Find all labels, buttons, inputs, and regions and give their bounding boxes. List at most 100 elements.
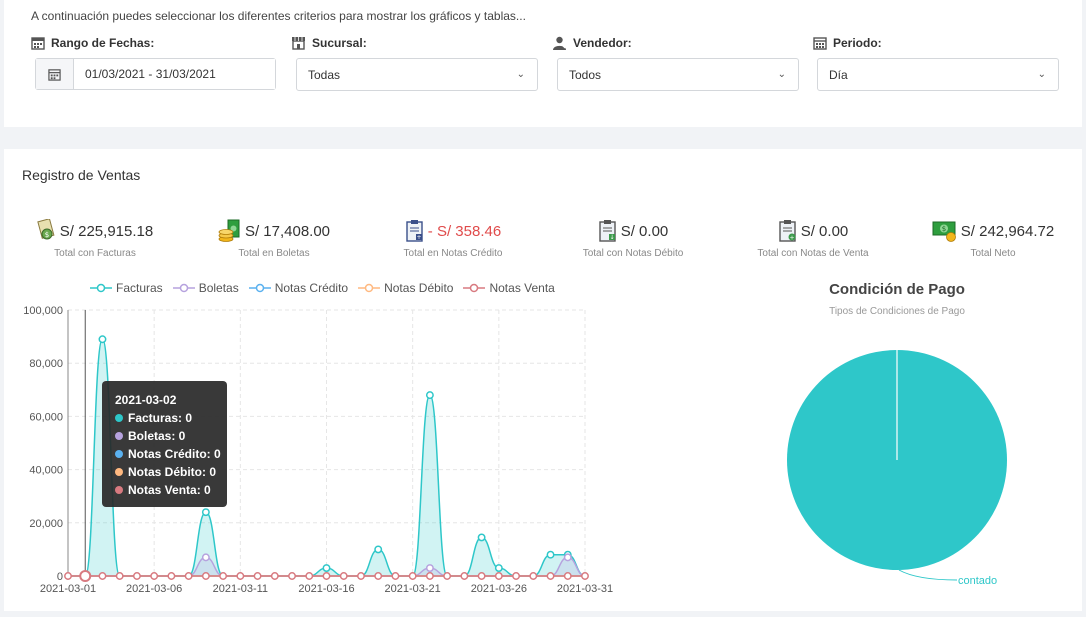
data-point[interactable] (288, 572, 296, 580)
stat-notas-debito: ↓ S/ 0.00 Total con Notas Débito (558, 219, 708, 259)
stat-total-neto: $ S/ 242,964.72 Total Neto (918, 219, 1068, 259)
data-point[interactable] (546, 572, 555, 580)
data-point[interactable] (425, 572, 434, 580)
date-range-field[interactable] (35, 58, 276, 90)
dot-icon (115, 450, 123, 458)
data-point[interactable] (184, 572, 193, 580)
svg-text:+: + (789, 235, 794, 242)
data-point[interactable] (443, 572, 452, 580)
x-tick-label: 2021-03-21 (385, 583, 441, 595)
tooltip-row-text: Boletas: 0 (128, 429, 186, 443)
dot-icon (115, 486, 123, 494)
y-tick-label: 60,000 (29, 411, 63, 423)
data-point[interactable] (425, 391, 434, 400)
seller-select[interactable]: Todos ⌄ (557, 58, 799, 91)
data-point[interactable] (563, 553, 572, 562)
legend-item-boletas[interactable]: Boletas (172, 281, 239, 295)
legend-item-notas-venta[interactable]: Notas Venta (463, 281, 555, 295)
data-point[interactable] (201, 508, 210, 517)
stat-facturas-label: Total con Facturas (54, 248, 136, 259)
data-point[interactable] (201, 572, 210, 580)
data-point[interactable] (581, 572, 589, 580)
data-point[interactable] (494, 564, 503, 572)
legend-label: Notas Débito (384, 281, 454, 295)
legend-item-notas-debito[interactable]: Notas Débito (358, 281, 453, 295)
data-point[interactable] (167, 572, 176, 580)
user-icon (553, 36, 566, 50)
chevron-down-icon: ⌄ (1037, 69, 1046, 80)
period-label: Periodo: (813, 36, 882, 50)
data-point[interactable] (374, 545, 383, 554)
date-range-label: Rango de Fechas: (31, 36, 154, 50)
x-tick-label: 2021-03-16 (298, 583, 354, 595)
legend-marker-icon (358, 283, 381, 293)
data-point[interactable] (546, 550, 555, 559)
tooltip-row-text: Notas Venta: 0 (128, 483, 211, 497)
clipboard-debit-icon: ↓ (599, 220, 616, 242)
x-tick-label: 2021-03-26 (471, 583, 527, 595)
period-select[interactable]: Día ⌄ (817, 58, 1059, 91)
svg-text:$: $ (45, 231, 49, 239)
data-point[interactable] (322, 572, 331, 580)
legend-item-facturas[interactable]: Facturas (90, 281, 163, 295)
sales-line-chart[interactable]: 0 20,000 40,000 60,000 80,000 100,000 2021-03-… (0, 295, 640, 600)
payment-condition-pie-chart[interactable]: contado (760, 330, 1060, 600)
data-point[interactable] (236, 572, 245, 580)
data-point[interactable] (305, 572, 314, 580)
legend-label: Notas Crédito (274, 281, 349, 295)
tooltip-row-notas-credito: Notas Crédito: 0 (115, 445, 227, 463)
data-point[interactable] (494, 572, 503, 580)
legend-marker-icon (90, 283, 112, 293)
branch-select[interactable]: Todas ⌄ (296, 58, 538, 91)
x-tick-label: 2021-03-11 (213, 583, 268, 595)
calendar-icon (813, 37, 827, 50)
data-point[interactable] (529, 572, 538, 580)
data-point[interactable] (460, 572, 469, 580)
stat-boletas-value: S/ 17,408.00 (244, 222, 331, 240)
sales-section-title: Registro de Ventas (22, 167, 141, 183)
x-tick-label: 2021-03-01 (40, 583, 96, 595)
pie-chart-subtitle: Tipos de Condiciones de Pago (829, 306, 965, 317)
y-tick-label: 0 (57, 571, 63, 583)
data-point[interactable] (253, 572, 262, 580)
data-point[interactable] (357, 572, 365, 580)
data-point[interactable] (64, 572, 72, 580)
stat-facturas: $ S/ 225,915.18 Total con Facturas (20, 219, 170, 259)
data-point[interactable] (219, 572, 228, 580)
data-point[interactable] (408, 572, 417, 580)
data-point[interactable] (477, 572, 486, 580)
x-tick-label: 2021-03-31 (557, 583, 613, 595)
data-point[interactable] (339, 572, 348, 580)
date-picker-button[interactable] (36, 59, 74, 89)
tooltip-date: 2021-03-02 (115, 393, 177, 407)
data-point[interactable] (322, 564, 331, 572)
data-point[interactable] (512, 572, 521, 580)
data-point[interactable] (425, 564, 434, 572)
data-point[interactable] (98, 572, 107, 580)
data-point[interactable] (150, 572, 159, 580)
data-point[interactable] (115, 572, 124, 580)
stat-notas-venta-value: S/ 0.00 (800, 222, 849, 240)
legend-item-notas-credito[interactable]: Notas Crédito (248, 281, 349, 295)
stat-notas-debito-label: Total con Notas Débito (582, 248, 684, 259)
stat-boletas-label: Total en Boletas (238, 248, 310, 259)
store-icon (292, 37, 305, 50)
data-point[interactable] (132, 572, 141, 580)
data-point[interactable] (270, 572, 279, 580)
legend-marker-icon (172, 283, 195, 293)
data-point[interactable] (563, 572, 572, 580)
svg-text:$: $ (942, 225, 946, 233)
tooltip-row-notas-debito: Notas Débito: 0 (115, 463, 227, 481)
branch-select-value: Todas (308, 67, 341, 82)
y-tick-label: 80,000 (29, 358, 63, 370)
data-point[interactable] (391, 572, 400, 580)
seller-select-value: Todos (569, 67, 602, 82)
branch-label-text: Sucursal: (312, 36, 367, 50)
data-point[interactable] (477, 533, 486, 542)
data-point[interactable] (201, 553, 210, 562)
stat-facturas-value: S/ 225,915.18 (59, 222, 154, 240)
date-range-input[interactable] (74, 59, 275, 89)
data-point[interactable] (374, 572, 383, 580)
data-point[interactable] (98, 335, 107, 344)
cash-icon: $ (932, 221, 956, 242)
